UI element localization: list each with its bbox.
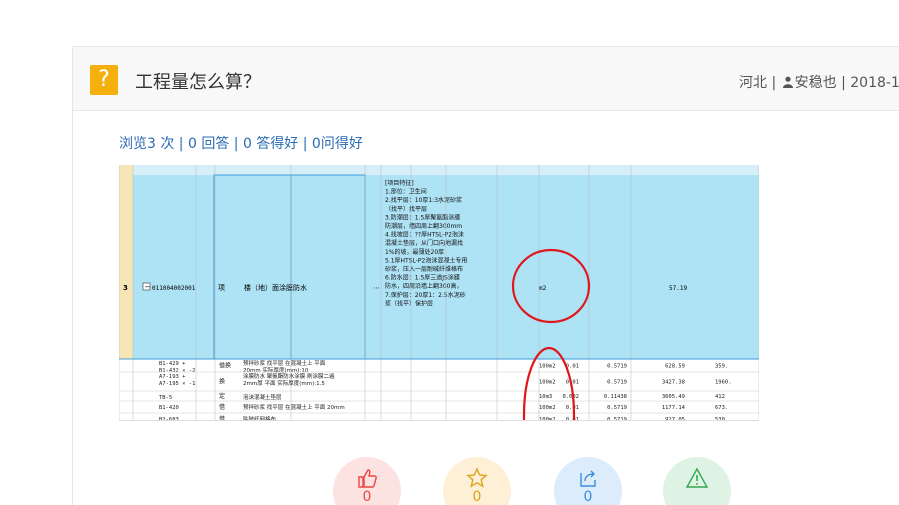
sub-row-type: 定	[219, 392, 225, 400]
sub-row-code: A7-193 +	[159, 374, 186, 380]
sub-row-coef: 0.01	[566, 405, 579, 411]
meta-separator-2: |	[841, 75, 846, 91]
author-link[interactable]: 安稳也	[795, 75, 837, 91]
share-count: 0	[583, 489, 593, 505]
main-row-type: 项	[218, 284, 225, 292]
spreadsheet-image: 3−011004002001 项楼（地）面涂膜防水 ⋯[项目特征]1.部位：卫生间2…	[119, 165, 759, 421]
sub-row-price: 3427.38	[662, 380, 685, 386]
sub-row-unit: 100m2	[539, 380, 556, 386]
sub-row-unit: 100m2	[539, 417, 556, 421]
feature-line: 5.1厚HTSL-P2泡沫混凝土专用	[385, 256, 467, 264]
feature-line: 1%的坡，最薄处20厚	[385, 248, 444, 256]
feature-line: 浆（找平）保护层	[385, 299, 433, 307]
sub-row-type: 借	[219, 415, 225, 421]
location-link[interactable]: 河北	[739, 75, 767, 91]
main-row-unit: m2	[539, 285, 547, 292]
share-icon	[580, 470, 596, 487]
sub-row-coef: 0.01	[566, 417, 579, 421]
question-date: 2018-10	[850, 75, 899, 91]
favorite-count: 0	[472, 489, 482, 505]
sub-row-price: 1177.14	[662, 405, 686, 411]
feature-line: （找平）找平层	[385, 205, 427, 213]
question-meta: 河北 | 安稳也 | 2018-10	[739, 72, 899, 92]
sub-row-type: 换	[219, 378, 225, 386]
sub-row-unit: 10m3	[539, 394, 552, 400]
sub-row-code: A7-195 × -1	[159, 381, 195, 387]
sub-row-code: B1-429 +	[159, 361, 186, 367]
user-icon	[782, 76, 793, 88]
sub-row-total: 530.	[715, 417, 728, 421]
sub-row-code: TB-5	[159, 395, 172, 401]
feature-line: 防水，四周沿墙上翻300高，	[385, 282, 462, 290]
warning-icon	[686, 467, 708, 488]
like-button[interactable]: 0	[333, 457, 401, 505]
feature-line: 防潮层，墙四周上翻300mm	[385, 222, 462, 230]
share-button[interactable]: 0	[554, 457, 622, 505]
sub-row-qty: 0.5719	[607, 417, 627, 421]
sub-row-qty: 0.5719	[607, 380, 627, 386]
sub-row-total: 673.	[715, 405, 728, 411]
attached-screenshot[interactable]: 3−011004002001 项楼（地）面涂膜防水 ⋯ [项目特征] 1.部位：卫生间 2…	[119, 165, 759, 421]
main-row-name: 楼（地）面涂膜防水	[244, 283, 307, 292]
sub-row-total: 1960.	[715, 380, 732, 386]
main-row-ellipsis: ⋯	[373, 284, 380, 292]
question-card: ? 工程量怎么算？ 河北 | 安稳也 | 2018-10 浏览3 次 | 0 回…	[72, 46, 899, 505]
report-button[interactable]	[663, 457, 731, 505]
feature-line: 混凝土垫层，从门口向地漏找	[385, 239, 463, 247]
favorite-button[interactable]: 0	[443, 457, 511, 505]
sub-row-name: 贴玻纤网格布	[243, 415, 277, 421]
sub-row-unit: 100m2	[539, 405, 556, 411]
sub-row-qty: 0.5719	[607, 364, 627, 370]
feature-line: 3.防潮层：1.5厚聚氨酯涂膜	[385, 213, 460, 221]
sub-row-qty: 0.11438	[604, 394, 627, 400]
feature-line: 1.部位：卫生间	[385, 188, 427, 196]
question-stats: 浏览3 次 | 0 回答 | 0 答得好 | 0问得好	[119, 136, 363, 152]
question-title: 工程量怎么算？	[135, 72, 261, 93]
sub-row-type: 借	[219, 403, 225, 411]
feature-line: 7.保护层：20厚1：2.5水泥砂	[385, 291, 466, 299]
collapse-minus-glyph: −	[145, 283, 151, 291]
feature-line: [项目特征]	[385, 179, 414, 187]
sub-row-total: 359.	[715, 364, 728, 370]
sub-row-name: 涂膜防水 聚氨酯防水涂膜 刷涂膜二遍	[243, 372, 335, 380]
sub-row-code: B1-420	[159, 405, 179, 411]
feature-line: 2.找平层：10厚1:3水泥砂浆	[385, 196, 462, 204]
question-icon: ?	[90, 65, 118, 95]
sub-row-unit: 100m2	[539, 364, 556, 370]
sub-row-coef: 0.002	[562, 394, 579, 400]
feature-line: 6.防水层：1.5厚三道JS涂膜	[385, 274, 460, 282]
feature-line: 4.找坡层：??厚HTSL-P2泡沫	[385, 231, 464, 239]
meta-separator: |	[771, 75, 777, 91]
main-row-index: 3	[123, 284, 128, 292]
feature-line: 砂浆，压入一层耐碱纤维格布	[385, 265, 463, 273]
sub-row-type: 借换	[219, 362, 231, 370]
row-index-cell	[119, 165, 133, 359]
thumbs-up-icon	[358, 469, 377, 488]
star-icon	[466, 467, 488, 488]
sub-row-name: 20mm 实际厚度(mm):10	[243, 366, 309, 374]
sub-row-price: 628.59	[665, 364, 685, 370]
sub-row-code: B2-683	[159, 417, 179, 421]
question-header: ? 工程量怎么算？ 河北 | 安稳也 | 2018-10	[73, 47, 899, 111]
sub-row-name: 泡沫混凝土垫层	[243, 393, 282, 401]
sub-row-qty: 0.5719	[607, 405, 627, 411]
sub-row-total: 412	[715, 394, 725, 400]
sub-row-price: 927.05	[665, 417, 685, 421]
action-bar: 0 0 0	[73, 457, 899, 505]
like-count: 0	[362, 489, 372, 505]
sub-row-price: 3605.49	[662, 394, 685, 400]
main-row-qty: 57.19	[669, 285, 687, 292]
sub-row-name: 预拌砂浆 找平层 在混凝土上 平面	[243, 359, 326, 367]
sub-row-name: 2mm厚 平面 实际厚度(mm):1.5	[243, 379, 325, 387]
sub-row-name: 预拌砂浆 找平层 在混凝土上 平面 20mm	[243, 403, 345, 411]
main-row-code: 011004002001	[152, 285, 196, 292]
